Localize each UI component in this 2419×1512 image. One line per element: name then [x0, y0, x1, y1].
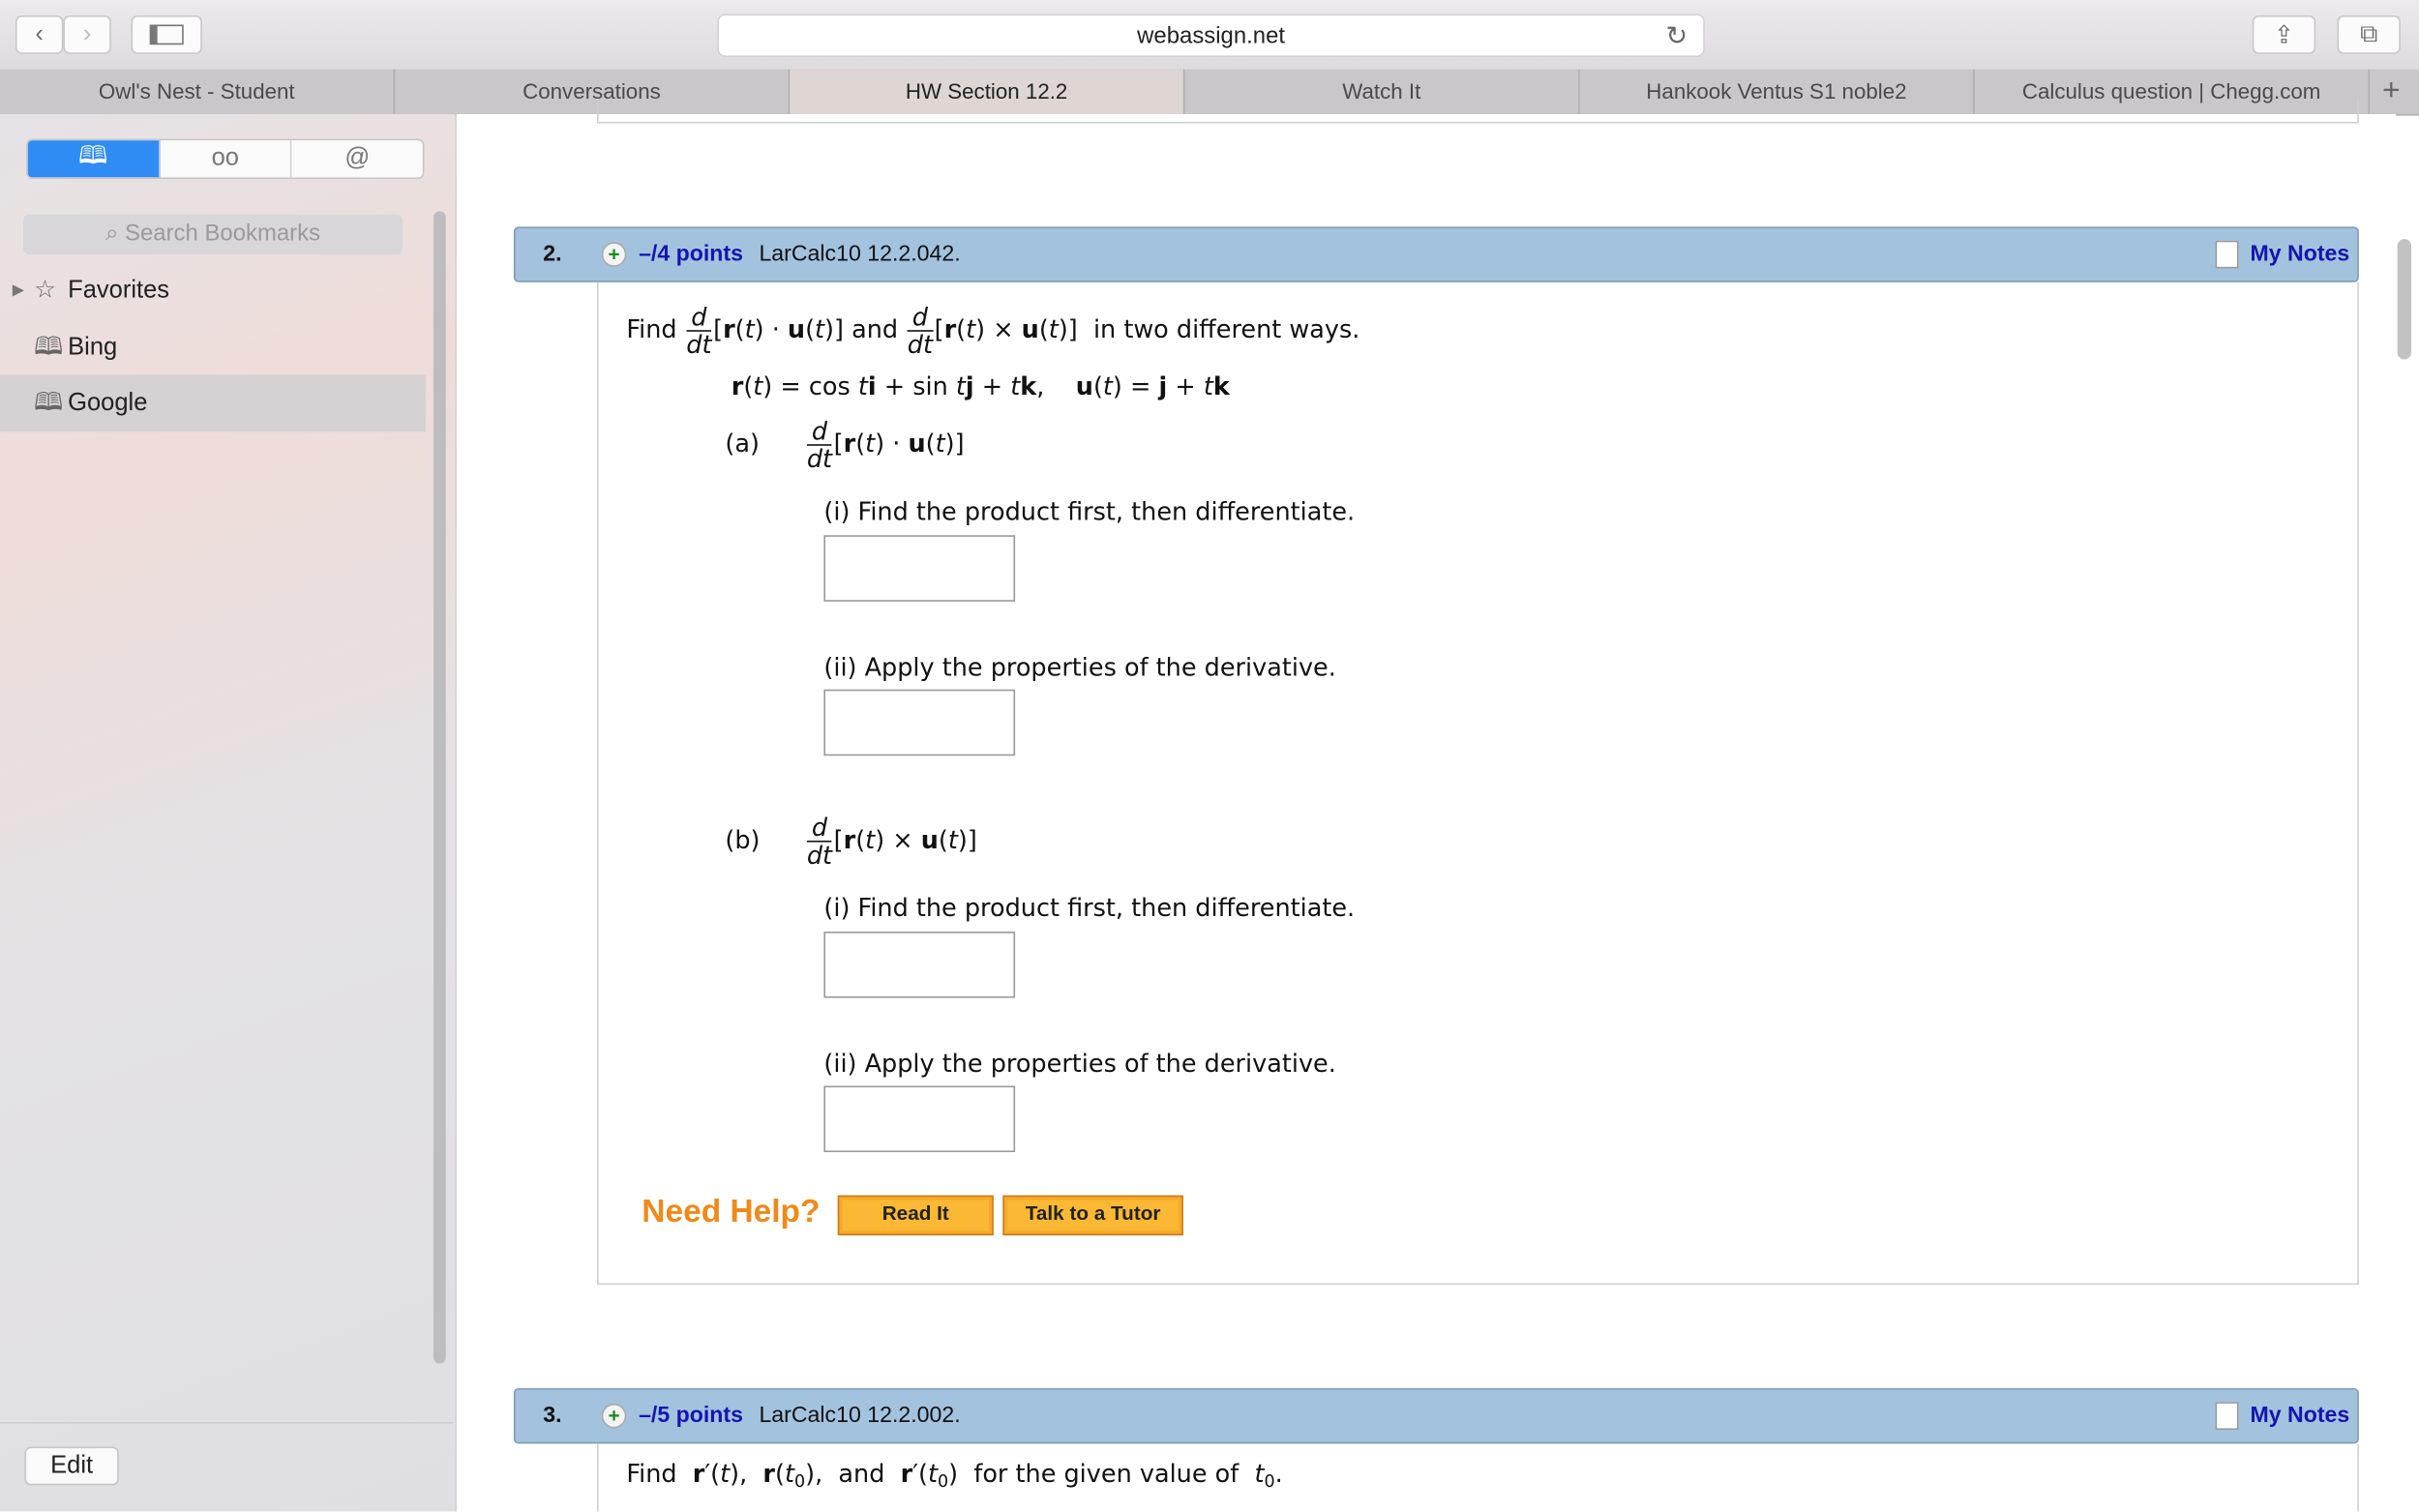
and-label: and — [851, 314, 899, 344]
question-id: LarCalc10 12.2.002. — [759, 1403, 961, 1429]
find-label: Find — [626, 314, 677, 344]
part-b: (b) d dt[r(t) × u(t)] — [725, 813, 977, 871]
question-number: 2. — [543, 242, 562, 267]
given-functions: r(t) = cos ti + sin tj + tk, u(t) = j + … — [731, 371, 1230, 401]
sidebar-item-bing[interactable]: 🕮 Bing — [0, 319, 426, 376]
sidebar-item-google[interactable]: 🕮 Google — [0, 374, 427, 432]
sidebar-scrollbar[interactable] — [433, 211, 446, 1364]
answer-b-i-input[interactable] — [823, 932, 1016, 998]
notes-document-icon — [2214, 240, 2238, 269]
expand-plus-icon[interactable]: + — [601, 1403, 627, 1429]
question-prompt: Find d dt[r(t) · u(t)] and d dt[r(t) × u(t… — [626, 302, 1360, 360]
sidebar-toggle-button[interactable] — [131, 15, 202, 54]
points-link[interactable]: –/5 points — [639, 1390, 743, 1442]
question-3-prompt: Find r′(t), r(t0), and r′(t0) for the gi… — [626, 1459, 1283, 1492]
book-icon: 🕮 — [78, 142, 108, 169]
sidebar-segmented-control: 🕮 oo @ — [26, 138, 425, 179]
talk-to-tutor-button[interactable]: Talk to a Tutor — [1002, 1195, 1183, 1236]
at-icon: @ — [344, 144, 371, 171]
read-it-button[interactable]: Read It — [837, 1195, 994, 1236]
part-a-i-instruction: (i) Find the product first, then differe… — [823, 496, 1356, 526]
question-2-header: 2. + –/4 points LarCalc10 12.2.042. My N… — [513, 226, 2359, 282]
question-id: LarCalc10 12.2.042. — [759, 242, 961, 267]
tab-owls-nest[interactable]: Owl's Nest - Student — [0, 69, 396, 114]
part-a-ii-instruction: (ii) Apply the properties of the derivat… — [823, 652, 1336, 682]
glasses-icon: oo — [211, 144, 239, 171]
answer-b-ii-input[interactable] — [823, 1085, 1016, 1153]
browser-toolbar: ‹ › webassign.net ↻ ⇪ ⧉ — [0, 0, 2419, 72]
sidebar-icon — [149, 24, 184, 45]
sidebar-item-favorites[interactable]: ▶ ☆ Favorites — [0, 262, 426, 319]
ways-label: in two different ways. — [1092, 314, 1360, 344]
my-notes-link[interactable]: My Notes — [2214, 1390, 2350, 1442]
previous-question-box — [597, 99, 2359, 124]
reading-list-tab[interactable]: oo — [160, 140, 292, 178]
tabs-icon: ⧉ — [2360, 20, 2378, 47]
book-icon: 🕮 — [34, 390, 64, 417]
back-button[interactable]: ‹ — [15, 15, 64, 54]
reload-icon[interactable]: ↻ — [1666, 15, 1688, 57]
derivative-fraction: d dt — [907, 302, 934, 360]
address-bar[interactable]: webassign.net ↻ — [717, 14, 1705, 57]
part-b-ii-instruction: (ii) Apply the properties of the derivat… — [823, 1049, 1336, 1079]
sidebar-item-label: Favorites — [68, 277, 170, 305]
my-notes-label: My Notes — [2250, 242, 2350, 267]
find-label: Find — [626, 1459, 677, 1489]
sidebar-item-label: Bing — [68, 334, 118, 362]
share-button[interactable]: ⇪ — [2252, 15, 2316, 54]
page-content: 2. + –/4 points LarCalc10 12.2.042. My N… — [456, 99, 2397, 1512]
part-a-label: (a) — [725, 429, 760, 459]
disclosure-triangle-icon[interactable]: ▶ — [13, 262, 24, 319]
my-notes-label: My Notes — [2250, 1403, 2350, 1429]
new-tab-button[interactable]: + — [2370, 70, 2413, 114]
question-3-body: Find r′(t), r(t0), and r′(t0) for the gi… — [597, 1443, 2359, 1512]
share-icon: ⇪ — [2273, 22, 2295, 49]
edit-button[interactable]: Edit — [24, 1446, 119, 1486]
forward-button[interactable]: › — [63, 15, 111, 54]
search-placeholder: Search Bookmarks — [125, 220, 321, 248]
book-icon: 🕮 — [34, 334, 64, 362]
divider — [0, 1422, 454, 1424]
shared-links-tab[interactable]: @ — [292, 140, 423, 177]
derivative-fraction: d dt — [686, 302, 712, 360]
part-a: (a) d dt[r(t) · u(t)] — [725, 416, 965, 474]
question-3-header: 3. + –/5 points LarCalc10 12.2.002. My N… — [513, 1387, 2359, 1444]
page-scrollbar[interactable] — [2397, 239, 2412, 360]
expand-plus-icon[interactable]: + — [601, 242, 627, 267]
given-value-label: for the given value of — [973, 1459, 1239, 1489]
show-tabs-button[interactable]: ⧉ — [2337, 15, 2401, 54]
sidebar-item-label: Google — [68, 390, 148, 417]
search-icon: ⌕ — [105, 220, 126, 248]
notes-document-icon — [2214, 1402, 2238, 1431]
url-text: webassign.net — [1137, 22, 1286, 50]
need-help-label: Need Help? — [642, 1194, 821, 1230]
my-notes-link[interactable]: My Notes — [2214, 228, 2350, 281]
search-bookmarks-input[interactable]: ⌕ Search Bookmarks — [22, 214, 403, 255]
points-link[interactable]: –/4 points — [639, 228, 743, 281]
part-b-label: (b) — [725, 824, 761, 855]
question-number: 3. — [543, 1403, 562, 1429]
answer-a-ii-input[interactable] — [823, 689, 1016, 756]
part-b-i-instruction: (i) Find the product first, then differe… — [823, 893, 1356, 923]
star-icon: ☆ — [34, 277, 56, 305]
bookmarks-tab[interactable]: 🕮 — [27, 140, 161, 178]
bookmarks-sidebar: 🕮 oo @ ⌕ Search Bookmarks ▶ ☆ Favorites 🕮 B… — [0, 113, 457, 1512]
answer-a-i-input[interactable] — [823, 535, 1016, 602]
question-2-body: Find d dt[r(t) · u(t)] and d dt[r(t) × u(t… — [597, 282, 2359, 1286]
